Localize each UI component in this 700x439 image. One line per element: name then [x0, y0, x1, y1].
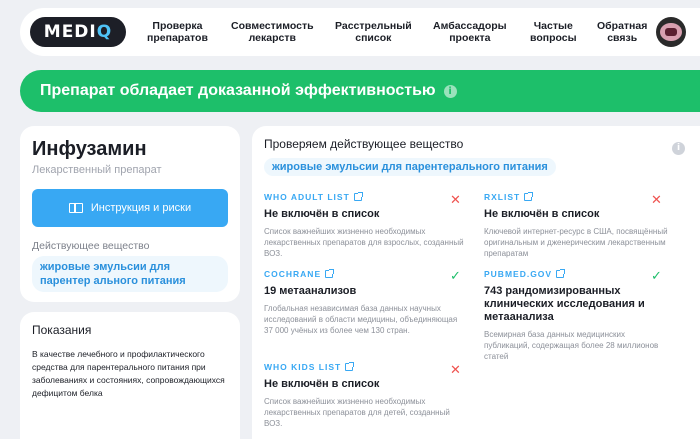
nav-ambassadors[interactable]: Амбассадоры проекта — [433, 20, 507, 44]
nav-drug-compatibility[interactable]: Совместимость лекарств — [231, 20, 314, 44]
logo-text: MEDIQ — [43, 22, 113, 42]
source-who-kids: WHO KIDS LIST Не включён в список Список… — [264, 362, 464, 429]
source-who-adult: WHO ADULT LIST Не включён в список Списо… — [264, 192, 464, 259]
drug-card: Инфузамин Лекарственный препарат Инструк… — [20, 126, 240, 302]
efficacy-banner: Препарат обладает доказанной эффективнос… — [20, 70, 700, 112]
check-icon: ✓ — [450, 269, 461, 284]
check-title: Проверяем действующее вещество — [264, 137, 464, 151]
indications-title: Показания — [32, 323, 92, 337]
source-value: 19 метаанализов — [264, 285, 357, 297]
external-link-icon — [524, 192, 534, 201]
nav-faq[interactable]: Частые вопросы — [530, 20, 577, 44]
instruction-button[interactable]: Инструкция и риски — [32, 189, 228, 227]
source-value: Не включён в список — [264, 208, 380, 220]
substance-label: Действующее вещество — [32, 240, 150, 252]
source-description: Ключевой интернет-ресурс в США, посвящён… — [484, 227, 668, 258]
instruction-button-label: Инструкция и риски — [90, 202, 192, 214]
cross-icon: ✕ — [450, 363, 461, 378]
nav-feedback[interactable]: Обратная связь — [597, 20, 647, 44]
info-icon[interactable]: i — [672, 142, 685, 155]
source-description: Список важнейших жизненно необходимых ле… — [264, 397, 450, 428]
cross-icon: ✕ — [651, 193, 662, 208]
check-substance-chip: жировые эмульсии для парентерального пит… — [264, 158, 556, 176]
cross-icon: ✕ — [450, 193, 461, 208]
drug-name: Инфузамин — [32, 138, 147, 160]
book-icon — [68, 203, 83, 213]
indications-card: Показания В качестве лечебного и профила… — [20, 312, 240, 439]
nav-drug-check[interactable]: Проверка препаратов — [147, 20, 208, 44]
source-link[interactable]: WHO KIDS LIST — [264, 362, 464, 372]
source-link[interactable]: PUBMED.GOV — [484, 269, 664, 279]
source-value: Не включён в список — [484, 208, 600, 220]
source-description: Глобальная независимая база данных научн… — [264, 304, 458, 335]
substance-chip: жировые эмульсии для парентер ального пи… — [32, 256, 228, 292]
source-value: Не включён в список — [264, 378, 380, 390]
external-link-icon — [353, 192, 363, 201]
external-link-icon — [325, 269, 335, 278]
top-navbar: MEDIQ Проверка препаратов Совместимость ле… — [20, 8, 700, 56]
indications-text: В качестве лечебного и профилактического… — [32, 349, 225, 398]
source-description: Список важнейших жизненно необходимых ле… — [264, 227, 464, 258]
source-description: Всемирная база данных медицинских публик… — [484, 330, 659, 361]
info-icon[interactable]: i — [443, 84, 457, 98]
avatar[interactable] — [656, 17, 686, 47]
drug-subtitle: Лекарственный препарат — [32, 164, 162, 176]
substance-check-card: Проверяем действующее вещество i жировые… — [252, 126, 700, 439]
external-link-icon — [345, 362, 355, 371]
nav-execution-list[interactable]: Расстрельный список — [335, 20, 412, 44]
source-link[interactable]: COCHRANE — [264, 269, 464, 279]
source-link[interactable]: WHO ADULT LIST — [264, 192, 464, 202]
mediq-logo[interactable]: MEDIQ — [30, 17, 126, 47]
banner-text: Препарат обладает доказанной эффективнос… — [40, 82, 436, 99]
external-link-icon — [556, 269, 566, 278]
source-pubmed: PUBMED.GOV 743 рандомизированных клиниче… — [484, 269, 664, 362]
source-cochrane: COCHRANE 19 метаанализов Глобальная неза… — [264, 269, 464, 336]
source-value: 743 рандомизированных клинических исслед… — [484, 285, 645, 323]
check-icon: ✓ — [651, 269, 662, 284]
